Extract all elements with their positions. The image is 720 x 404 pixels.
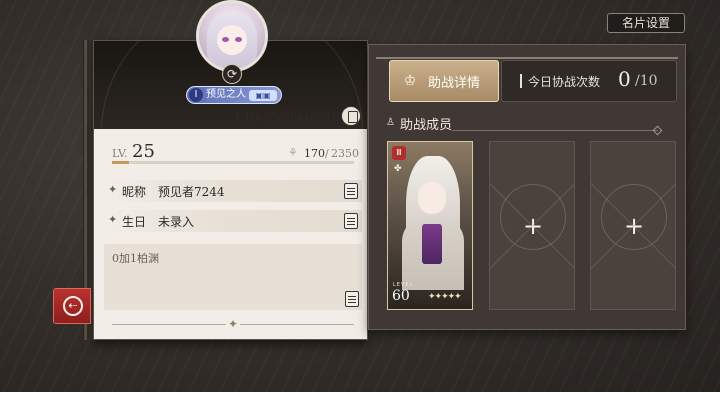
- level-value: 25: [132, 141, 155, 162]
- title-badge-text: 预见之人: [206, 89, 246, 100]
- plus-icon: +: [623, 212, 645, 240]
- element-icon: ✤: [394, 164, 402, 174]
- assist-member-card[interactable]: Ⅲ ✤ LEVEL 60 ✦✦✦✦✦: [387, 141, 473, 310]
- bottom-margin: [0, 392, 720, 404]
- birthday-label: 生日: [122, 215, 147, 229]
- edit-icon[interactable]: [344, 183, 358, 199]
- star-rating: ✦✦✦✦✦: [428, 292, 462, 302]
- helmet-icon: ♔: [403, 73, 417, 89]
- signature-box[interactable]: 0加1柏渊: [104, 244, 362, 310]
- character-level: 60: [392, 288, 410, 304]
- game-background: 名片设置 ⟳ I 预见之人 ▣▣ UID:8589946219 LV. 25 ⚘…: [0, 0, 720, 392]
- exit-icon: ⇠: [63, 296, 83, 316]
- exp-separator: /: [325, 147, 329, 160]
- divider: [452, 130, 658, 131]
- uid-label: UID:8589946219: [235, 110, 340, 124]
- title-badge-tag: ▣▣: [249, 90, 277, 101]
- character-tie: [422, 224, 442, 264]
- exp-current: 170: [304, 147, 325, 160]
- refresh-icon[interactable]: ⟳: [222, 64, 242, 84]
- divider: [376, 57, 678, 59]
- slot-decoration: [490, 180, 574, 272]
- slot-decoration: [591, 180, 675, 272]
- title-badge-icon: I: [189, 88, 203, 102]
- nickname-value: 预见者7244: [158, 185, 225, 199]
- exp-max: 2350: [331, 147, 359, 160]
- assist-members-title: 助战成员: [400, 118, 453, 133]
- avatar-eye-right: [235, 37, 242, 42]
- nickname-row[interactable]: ✦ 昵称 预见者7244: [104, 180, 362, 202]
- assist-count-max: /10: [635, 73, 658, 89]
- exit-button[interactable]: ⇠: [53, 288, 91, 324]
- exp-icon: ⚘: [288, 146, 298, 159]
- star-icon: ✦: [108, 213, 118, 226]
- copy-icon[interactable]: [341, 106, 361, 126]
- empty-assist-slot[interactable]: +: [590, 141, 676, 310]
- calendar-icon[interactable]: [344, 213, 358, 229]
- count-marker: [520, 74, 522, 88]
- exp-progress-fill: [112, 161, 130, 164]
- level-prefix: LV.: [112, 147, 128, 160]
- edit-icon[interactable]: [345, 291, 359, 307]
- avatar-eye-left: [222, 37, 229, 42]
- plus-icon: +: [522, 212, 544, 240]
- assist-count-box: 今日协战次数 0 /10: [501, 60, 677, 102]
- avatar[interactable]: [196, 0, 268, 72]
- empty-assist-slot[interactable]: +: [489, 141, 575, 310]
- person-icon: ♙: [386, 117, 395, 128]
- character-face: [418, 182, 446, 214]
- birthday-value: 未录入: [158, 215, 195, 229]
- tab-assist-details[interactable]: ♔ 助战详情: [389, 60, 499, 102]
- nickname-label: 昵称: [122, 185, 147, 199]
- star-icon: ✦: [108, 183, 118, 196]
- assist-count-label: 今日协战次数: [528, 75, 601, 89]
- signature-text: 0加1柏渊: [112, 252, 159, 265]
- exp-progress-bar: [112, 161, 354, 164]
- birthday-row[interactable]: ✦ 生日 未录入: [104, 210, 362, 232]
- tab-assist-details-label: 助战详情: [428, 76, 481, 91]
- assist-count-value: 0: [618, 67, 631, 91]
- title-badge[interactable]: I 预见之人 ▣▣: [186, 86, 282, 104]
- rank-badge-icon: Ⅲ: [392, 146, 406, 160]
- ornament-icon: ✦: [226, 317, 240, 331]
- card-settings-button[interactable]: 名片设置: [607, 13, 685, 33]
